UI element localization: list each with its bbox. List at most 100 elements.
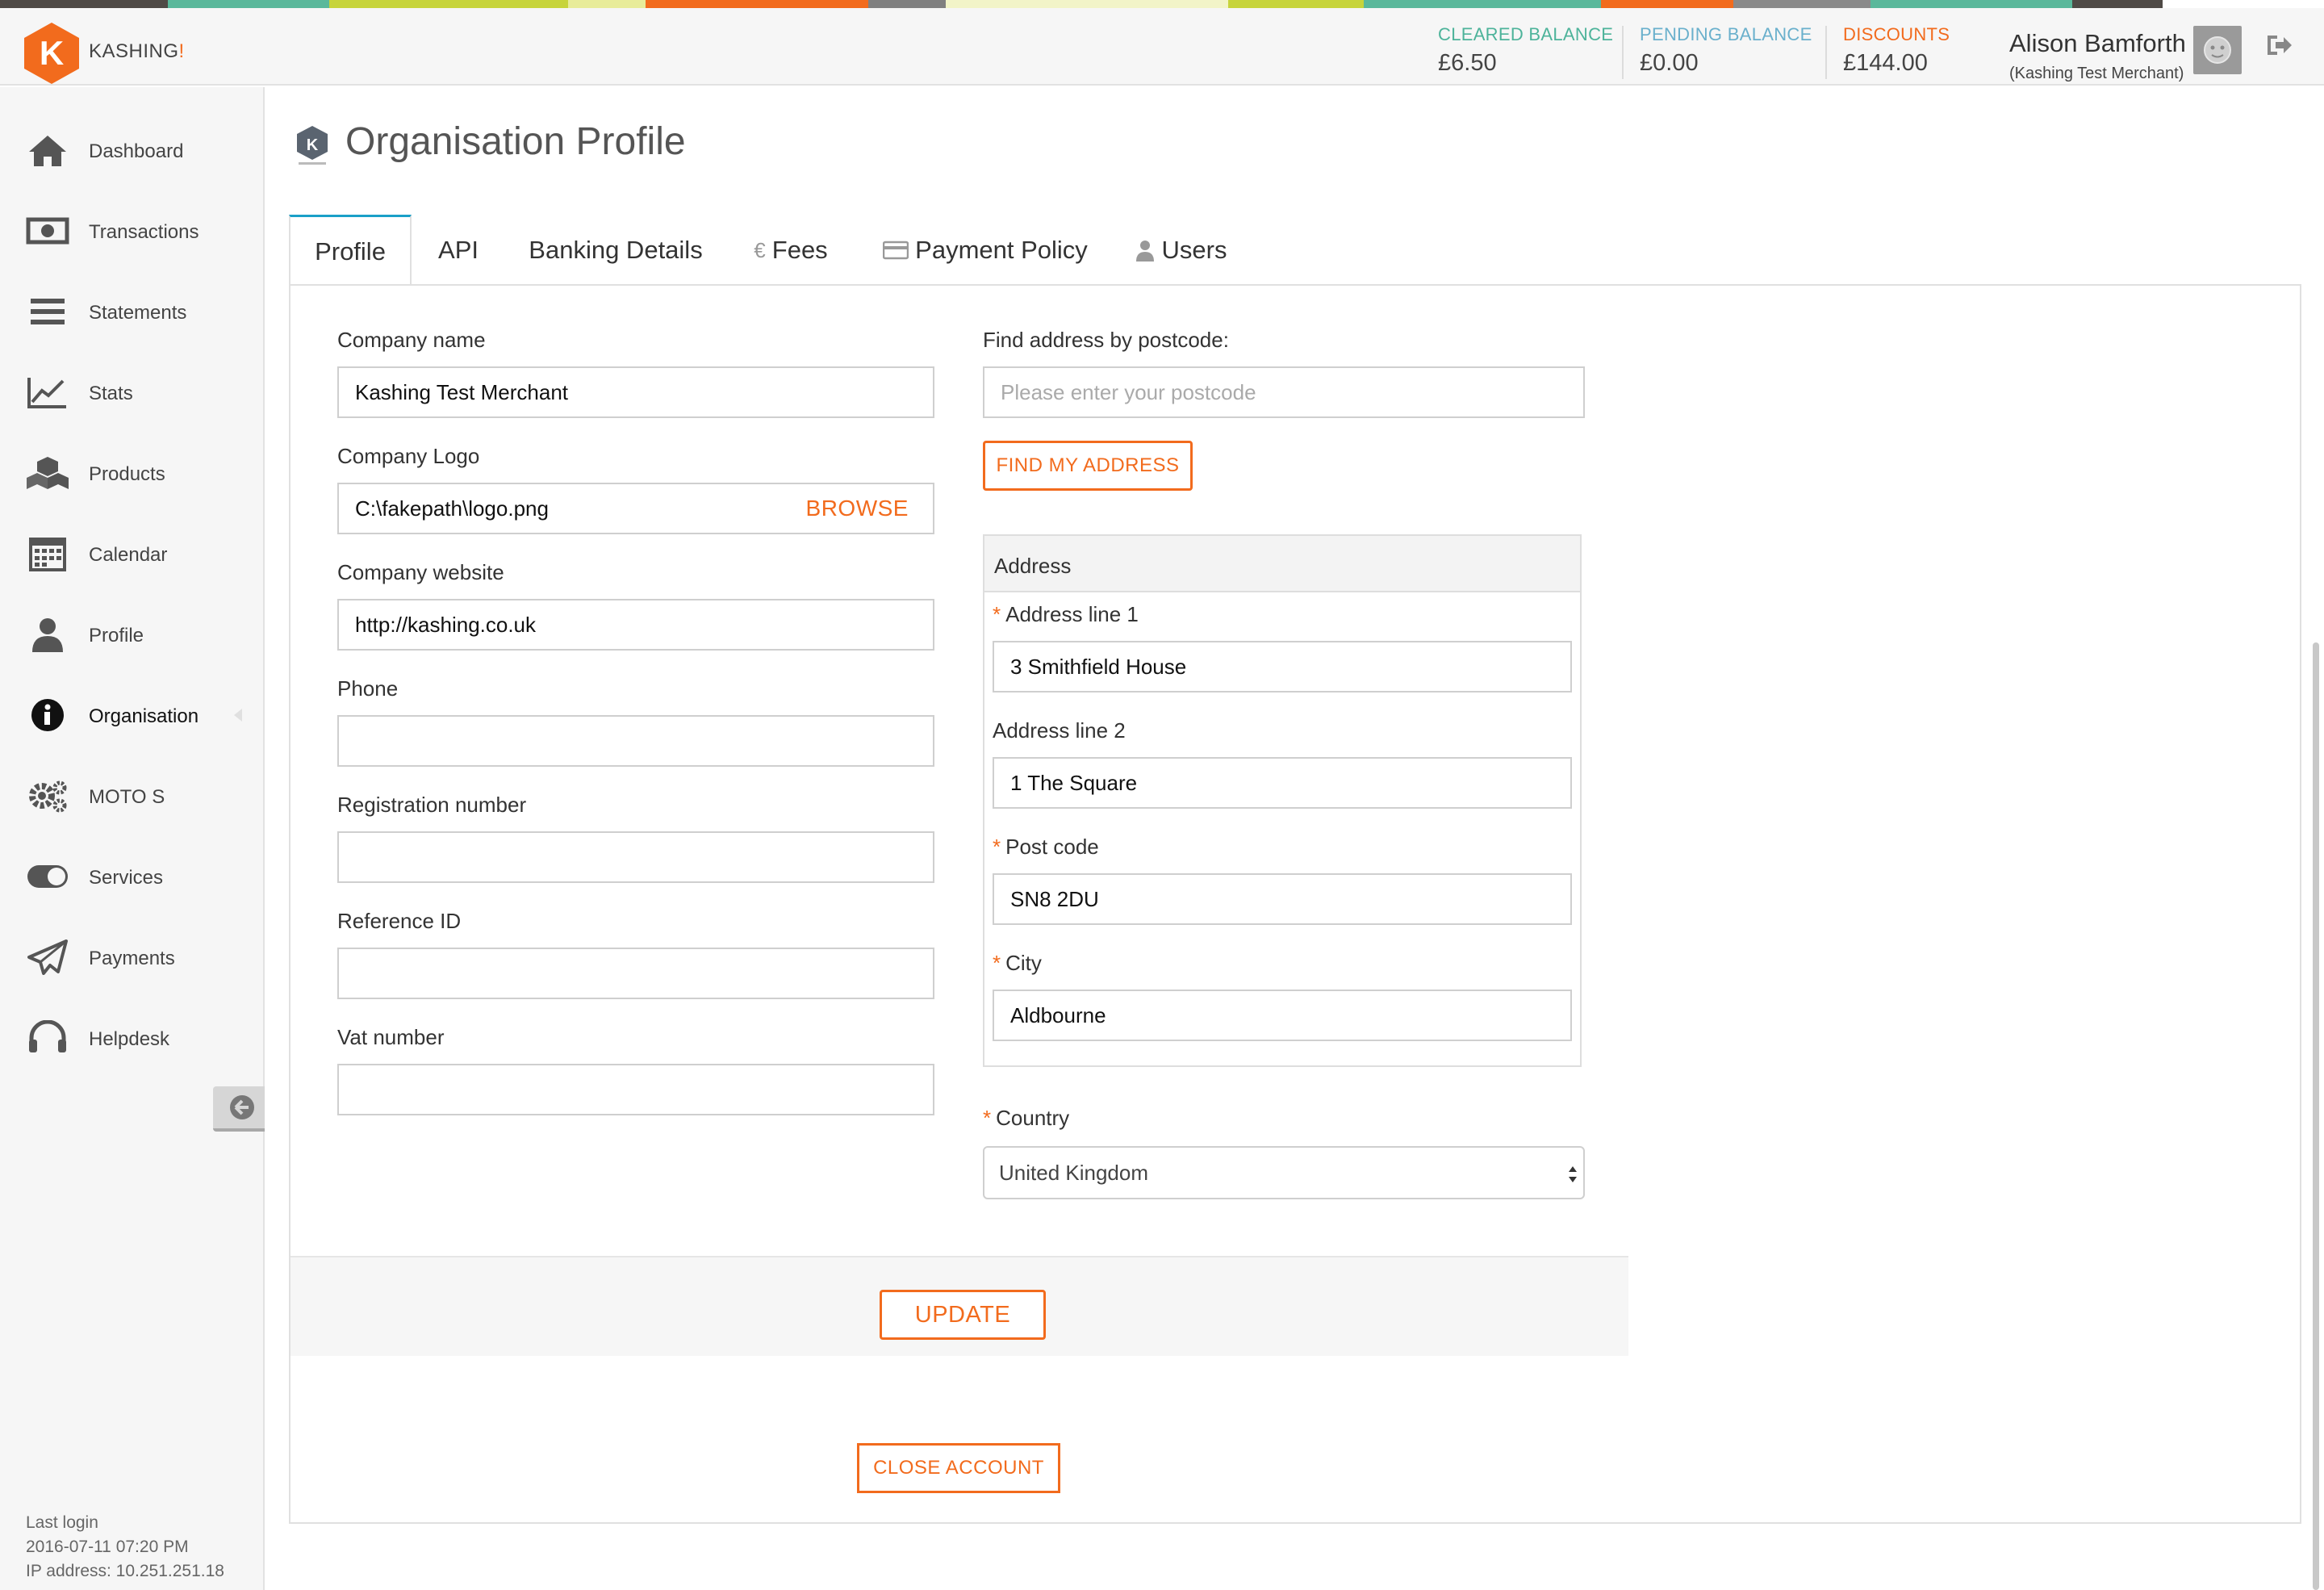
sidebar-item-label: Stats <box>89 383 133 404</box>
country-label: * Country <box>983 1106 1070 1130</box>
stripe-segment <box>0 0 168 8</box>
stripe-segment <box>1364 0 1601 8</box>
sidebar-item-services[interactable]: Services <box>0 844 263 909</box>
address-line2-input[interactable]: 1 The Square <box>993 757 1572 809</box>
sidebar-item-label: Products <box>89 463 165 485</box>
ip-address: IP address: 10.251.251.18 <box>26 1562 224 1580</box>
last-login-label: Last login <box>26 1513 98 1532</box>
stripe-segment <box>168 0 329 8</box>
company-name-input[interactable]: Kashing Test Merchant <box>337 366 934 418</box>
browse-button[interactable]: BROWSE <box>806 496 909 521</box>
stripe-segment <box>1733 0 1870 8</box>
reference-id-input[interactable] <box>337 948 934 999</box>
toggle-icon <box>27 865 68 888</box>
address-line1-label: * Address line 1 <box>993 602 1139 626</box>
kashing-logo-icon[interactable]: K <box>19 21 84 86</box>
country-selected-value: United Kingdom <box>999 1160 1148 1185</box>
discounts: DISCOUNTS £144.00 <box>1843 24 1950 81</box>
find-my-address-button[interactable]: FIND MY ADDRESS <box>983 441 1193 491</box>
user-icon <box>32 618 63 652</box>
avatar[interactable] <box>2193 26 2242 74</box>
sidebar-item-profile[interactable]: Profile <box>0 602 263 667</box>
pending-balance-label: PENDING BALANCE <box>1640 24 1812 44</box>
tab-profile[interactable]: Profile <box>289 215 412 286</box>
phone-input[interactable] <box>337 715 934 767</box>
sidebar-item-label: Helpdesk <box>89 1028 170 1050</box>
city-label: * City <box>993 951 1042 975</box>
sidebar-item-label: Transactions <box>89 221 199 243</box>
brand-name: KASHING! <box>89 40 185 62</box>
sidebar-item-calendar[interactable]: Calendar <box>0 521 263 586</box>
stripe-segment <box>1870 0 2072 8</box>
phone-label: Phone <box>337 676 399 701</box>
avatar-face-icon <box>2204 36 2231 64</box>
registration-number-label: Registration number <box>337 793 527 817</box>
address-line1-input[interactable]: 3 Smithfield House <box>993 641 1572 692</box>
chart-icon <box>27 378 66 408</box>
arrow-left-circle-icon <box>230 1095 254 1119</box>
divider <box>1825 26 1827 79</box>
sidebar-item-label: Calendar <box>89 544 168 566</box>
tab-label: API <box>438 236 479 264</box>
company-name-label: Company name <box>337 328 486 352</box>
select-arrows-icon <box>1569 1166 1577 1182</box>
discounts-label: DISCOUNTS <box>1843 24 1950 44</box>
sidebar-item-label: Statements <box>89 302 187 324</box>
headset-icon <box>29 1020 66 1052</box>
stripe-segment <box>329 0 568 8</box>
registration-number-input[interactable] <box>337 831 934 883</box>
banknote-icon <box>26 217 69 245</box>
sidebar-item-moto[interactable]: MOTO S <box>0 764 263 828</box>
sidebar-item-products[interactable]: Products <box>0 441 263 505</box>
sidebar-item-transactions[interactable]: Transactions <box>0 199 263 263</box>
scrollbar[interactable] <box>2313 642 2319 1590</box>
tab-label: Fees <box>771 236 828 264</box>
country-select[interactable]: United Kingdom <box>983 1146 1585 1199</box>
close-account-button[interactable]: CLOSE ACCOUNT <box>857 1443 1060 1493</box>
page-title: Organisation Profile <box>345 120 686 163</box>
sidebar-item-stats[interactable]: Stats <box>0 360 263 425</box>
postcode-label: * Post code <box>993 835 1099 859</box>
update-button[interactable]: UPDATE <box>880 1290 1046 1340</box>
postcode-search-input[interactable]: Please enter your postcode <box>983 366 1585 418</box>
stripe-segment <box>1601 0 1733 8</box>
collapse-sidebar-button[interactable] <box>213 1086 265 1132</box>
tab-users[interactable]: Users <box>1128 215 1233 286</box>
top-header: K KASHING! CLEARED BALANCE £6.50 PENDING… <box>0 8 2324 86</box>
user-name[interactable]: Alison Bamforth <box>2009 29 2186 58</box>
tab-payment-policy[interactable]: Payment Policy <box>872 215 1099 286</box>
sidebar-item-label: Services <box>89 867 164 889</box>
sidebar-item-organisation[interactable]: Organisation <box>0 683 263 747</box>
cleared-balance-value: £6.50 <box>1438 50 1497 76</box>
tab-label: Users <box>1161 236 1227 264</box>
user-icon <box>1135 241 1154 262</box>
address-heading: Address <box>984 536 1580 592</box>
tab-fees[interactable]: € Fees <box>742 215 839 286</box>
vat-number-input[interactable] <box>337 1064 934 1115</box>
stripe-segment <box>946 0 1228 8</box>
city-input[interactable]: Aldbourne <box>993 990 1572 1041</box>
sidebar-item-statements[interactable]: Statements <box>0 279 263 344</box>
top-color-stripe <box>0 0 2324 8</box>
sidebar-item-helpdesk[interactable]: Helpdesk <box>0 1006 263 1070</box>
stripe-segment <box>2072 0 2163 8</box>
sidebar-item-dashboard[interactable]: Dashboard <box>0 118 263 182</box>
cleared-balance-label: CLEARED BALANCE <box>1438 24 1614 44</box>
stripe-segment <box>868 0 946 8</box>
merchant-name: (Kashing Test Merchant) <box>2009 65 2184 82</box>
divider <box>1622 26 1624 79</box>
postcode-input[interactable]: SN8 2DU <box>993 873 1572 925</box>
company-logo-path: C:\fakepath\logo.png <box>355 496 549 521</box>
company-logo-file-input[interactable]: C:\fakepath\logo.png BROWSE <box>337 483 934 534</box>
tab-banking-details[interactable]: Banking Details <box>516 215 715 286</box>
postcode-search-label: Find address by postcode: <box>983 328 1229 352</box>
tab-api[interactable]: API <box>421 215 495 286</box>
gears-icon <box>29 780 67 813</box>
sidebar-item-label: MOTO S <box>89 786 165 808</box>
logout-icon[interactable] <box>2264 31 2293 60</box>
company-website-input[interactable]: http://kashing.co.uk <box>337 599 934 651</box>
cleared-balance: CLEARED BALANCE £6.50 <box>1438 24 1613 81</box>
stripe-segment <box>568 0 646 8</box>
sidebar-item-payments[interactable]: Payments <box>0 925 263 990</box>
tab-label: Profile <box>315 236 386 266</box>
